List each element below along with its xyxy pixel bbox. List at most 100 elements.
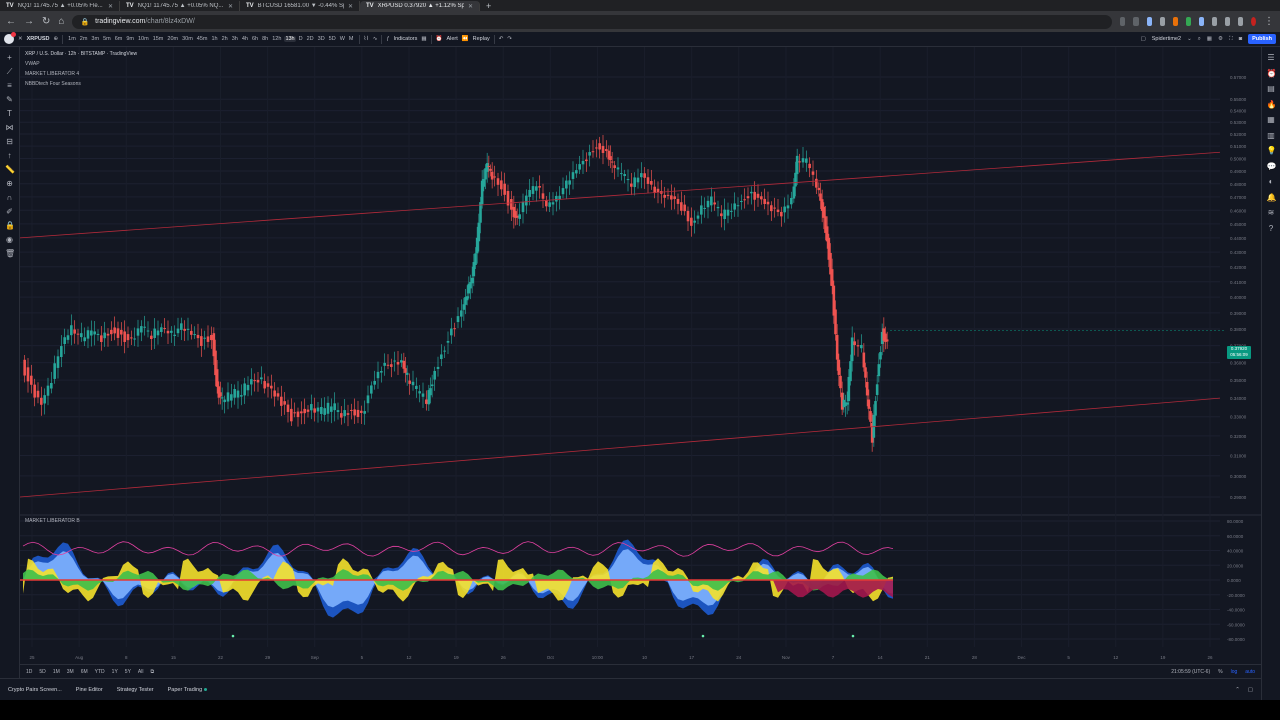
browser-tab-active[interactable]: TV XRPUSD 0.37920 ▲ +1.12% Spi... ✕	[360, 1, 480, 11]
watchlist-icon[interactable]: ☰	[1267, 53, 1276, 62]
redo-icon[interactable]: ↷	[507, 36, 512, 42]
log-toggle[interactable]: log	[1231, 669, 1238, 675]
streams-icon[interactable]: ◐	[1267, 177, 1276, 186]
interval-30m[interactable]: 30m	[181, 36, 194, 42]
interval-13h[interactable]: 13h	[284, 36, 296, 42]
interval-6m[interactable]: 6m	[114, 36, 124, 42]
alert-button[interactable]: Alert	[446, 36, 457, 42]
percent-toggle[interactable]: %	[1218, 669, 1222, 675]
text-icon[interactable]: T	[5, 109, 14, 118]
crypto-screener-tab[interactable]: Crypto Pairs Screen...	[8, 687, 62, 693]
interval-20m[interactable]: 20m	[166, 36, 179, 42]
interval-4h[interactable]: 4h	[241, 36, 249, 42]
browser-tab[interactable]: TV BTCUSD 16581.00 ▼ -0.44% Sp... ✕	[240, 1, 360, 11]
browser-tab[interactable]: TV NQ1! 11745.75 ▲ +0.05% NQ... ✕	[120, 1, 240, 11]
range-1M[interactable]: 1M	[53, 669, 60, 675]
layout-icon[interactable]: ▢	[1141, 36, 1146, 42]
strategy-tester-tab[interactable]: Strategy Tester	[117, 687, 154, 693]
close-icon[interactable]: ✕	[468, 3, 473, 10]
symbol-search[interactable]: XRPUSD	[27, 36, 50, 42]
trash-icon[interactable]: 🗑	[5, 249, 15, 258]
home-icon[interactable]: ⌂	[58, 16, 64, 27]
chart-pane[interactable]: 0.57000 0.55000 0.54000 0.53000 0.52000 0.510…	[20, 47, 1261, 664]
grid-layout-icon[interactable]: ▦	[1207, 36, 1212, 42]
range-1D[interactable]: 1D	[26, 669, 32, 675]
hide-drawings-icon[interactable]: ◉	[5, 235, 14, 244]
indicators-button[interactable]: Indicators	[394, 36, 418, 42]
sidepanel-icon[interactable]	[1237, 17, 1243, 26]
interval-12h[interactable]: 12h	[271, 36, 282, 42]
interval-15m[interactable]: 15m	[152, 36, 165, 42]
range-1Y[interactable]: 1Y	[112, 669, 118, 675]
back-icon[interactable]: ←	[6, 16, 16, 27]
close-icon[interactable]: ✕	[228, 3, 233, 10]
reload-icon[interactable]: ↻	[42, 16, 50, 27]
bar-style-icon[interactable]: ⌇⌇	[364, 36, 369, 42]
range-6M[interactable]: 6M	[81, 669, 88, 675]
forward-icon[interactable]: →	[24, 16, 34, 27]
reading-list-icon[interactable]	[1224, 17, 1230, 26]
interval-45m[interactable]: 45m	[196, 36, 209, 42]
go-to-date-icon[interactable]: ⧉	[150, 669, 154, 675]
close-icon[interactable]: ✕	[108, 3, 113, 10]
interval-W[interactable]: W	[339, 36, 346, 42]
replay-icon[interactable]: ⏪	[462, 36, 469, 42]
interval-6h[interactable]: 6h	[251, 36, 259, 42]
settings-gear-icon[interactable]: ⚙	[1218, 36, 1223, 42]
browser-tab[interactable]: TV NQ1! 11745.75 ▲ +0.05% Fle... ✕	[0, 1, 120, 11]
range-5D[interactable]: 5D	[39, 669, 45, 675]
quick-search-icon[interactable]: ⌕	[1198, 36, 1201, 43]
news-icon[interactable]: ▥	[1267, 131, 1276, 140]
camera-icon[interactable]: ◙	[1239, 36, 1242, 42]
bookmark-star-icon[interactable]	[1146, 17, 1152, 26]
close-icon[interactable]: ✕	[348, 3, 353, 10]
interval-1m[interactable]: 1m	[67, 36, 77, 42]
profile-avatar[interactable]	[1250, 17, 1256, 26]
interval-9m[interactable]: 9m	[125, 36, 135, 42]
pine-editor-tab[interactable]: Pine Editor	[76, 687, 103, 693]
interval-3D[interactable]: 3D	[317, 36, 326, 42]
auto-toggle[interactable]: auto	[1245, 669, 1255, 675]
extension-icon[interactable]	[1198, 17, 1204, 26]
brush-icon[interactable]: ✎	[5, 95, 14, 104]
interval-8h[interactable]: 8h	[261, 36, 269, 42]
alerts-icon[interactable]: ⏰	[1267, 69, 1277, 78]
magnet-icon[interactable]: ∩	[5, 193, 14, 202]
new-tab-icon[interactable]: +	[486, 1, 491, 11]
indicators-icon[interactable]: ƒ	[386, 36, 389, 42]
paper-trading-tab[interactable]: Paper Trading	[168, 687, 208, 693]
zoom-in-icon[interactable]: ⊕	[5, 179, 14, 188]
extension-icon[interactable]	[1159, 17, 1165, 26]
interval-5D[interactable]: 5D	[328, 36, 337, 42]
chevron-up-icon[interactable]: ⌃	[1235, 687, 1240, 693]
data-window-icon[interactable]: ▤	[1267, 84, 1276, 93]
stay-drawing-icon[interactable]: ✐	[5, 207, 14, 216]
pattern-icon[interactable]: ⋈	[5, 123, 14, 132]
compare-icon[interactable]: ⊕	[54, 36, 59, 42]
legend-four-seasons[interactable]: NBBDtech Four Seasons	[25, 81, 81, 87]
ideas-icon[interactable]: 💡	[1267, 146, 1277, 155]
dom-icon[interactable]: ≋	[1267, 208, 1276, 217]
range-YTD[interactable]: YTD	[95, 669, 105, 675]
interval-1h[interactable]: 1h	[211, 36, 219, 42]
lock-drawings-icon[interactable]: 🔒	[5, 221, 15, 230]
arrow-icon[interactable]: ↑	[5, 151, 14, 160]
interval-2h[interactable]: 2h	[221, 36, 229, 42]
extension-icon[interactable]	[1185, 17, 1191, 26]
legend-vwap[interactable]: VWAP	[25, 61, 40, 67]
hotlist-icon[interactable]: 🔥	[1267, 100, 1277, 109]
user-avatar[interactable]	[4, 32, 16, 44]
layout-name[interactable]: Spidertime2	[1152, 36, 1181, 42]
replay-button[interactable]: Replay	[473, 36, 490, 42]
interval-3m[interactable]: 3m	[90, 36, 100, 42]
notifications-icon[interactable]: 🔔	[1267, 193, 1277, 202]
zoom-icon[interactable]	[1120, 17, 1126, 26]
forecast-icon[interactable]: ⊟	[5, 137, 14, 146]
chat-icon[interactable]: 💬	[1267, 162, 1277, 171]
interval-5m[interactable]: 5m	[102, 36, 112, 42]
menu-kebab-icon[interactable]: ⋮	[1264, 16, 1274, 27]
crosshair-icon[interactable]: +	[5, 53, 14, 62]
address-bar[interactable]: 🔒 tradingview.com/chart/8lz4xDW/	[72, 14, 1113, 29]
clock-timezone[interactable]: 21:05:59 (UTC-6)	[1171, 669, 1210, 675]
interval-2D[interactable]: 2D	[306, 36, 315, 42]
